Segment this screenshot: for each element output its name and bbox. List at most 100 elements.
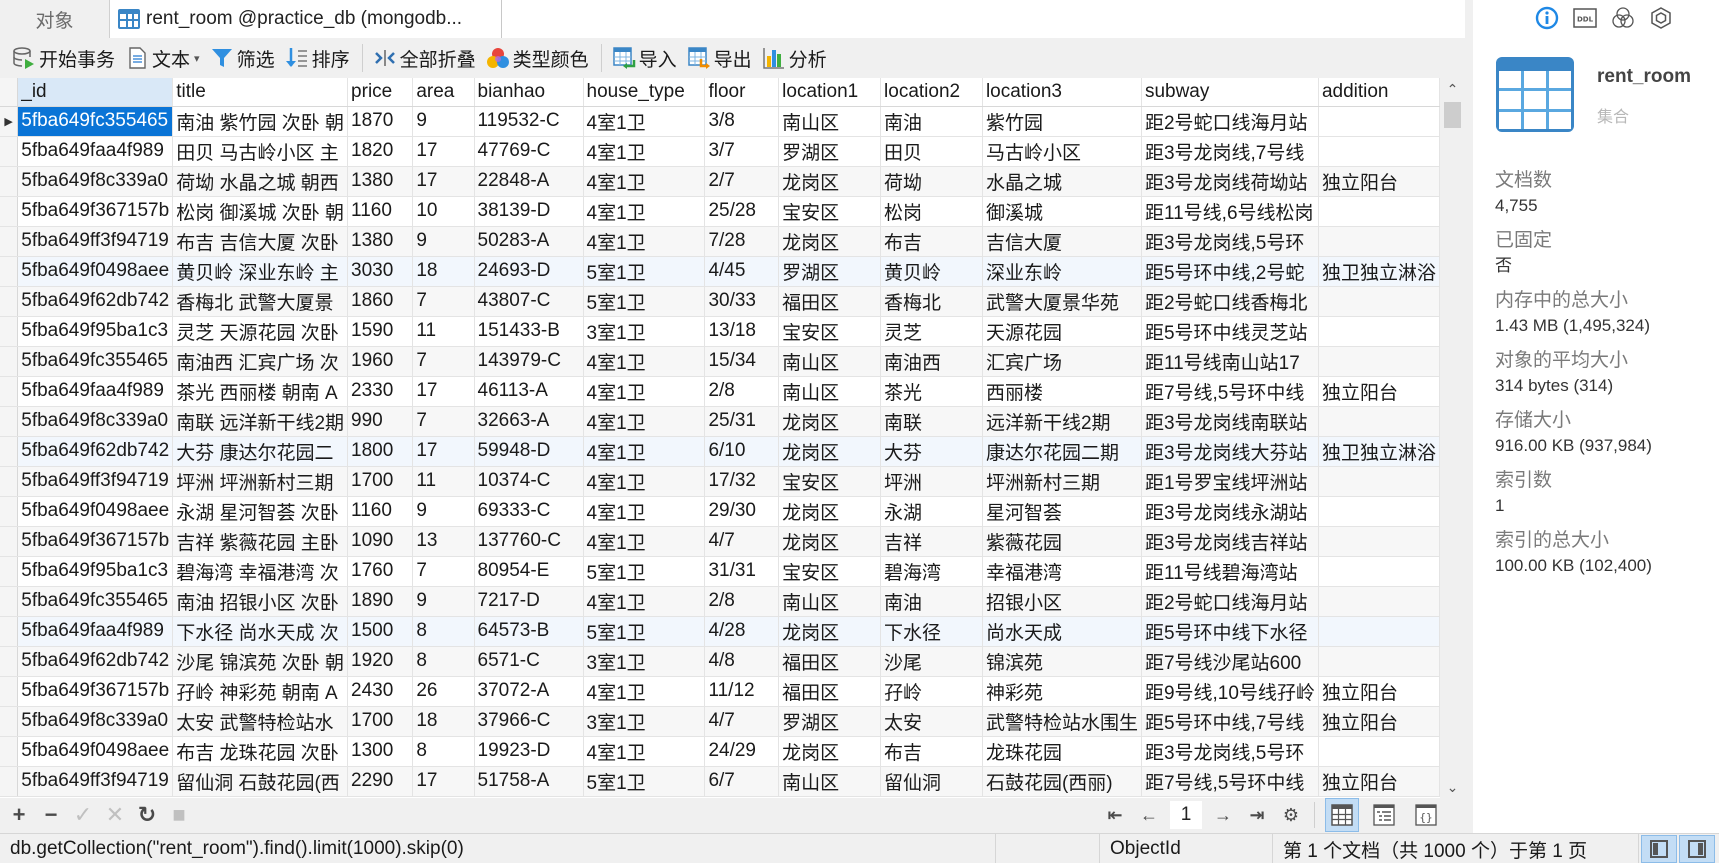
cell-title[interactable]: 香梅北 武警大厦景 <box>172 286 349 317</box>
row-header[interactable] <box>0 556 19 587</box>
table-row[interactable]: 5fba649f95ba1c3 碧海湾 幸福港湾 次 1760 7 80954-E 5室1… <box>0 556 1440 587</box>
cell-location1[interactable]: 福田区 <box>778 646 882 677</box>
cell-title[interactable]: 荷坳 水晶之城 朝西 <box>172 166 349 197</box>
filter-button[interactable]: 筛选 <box>206 41 281 75</box>
cell-location1[interactable]: 龙岗区 <box>778 436 882 467</box>
cell--id[interactable]: 5fba649ff3f94719 <box>17 226 174 257</box>
cell-area[interactable]: 8 <box>412 736 475 767</box>
cell-location3[interactable]: 水晶之城 <box>982 166 1142 197</box>
row-header[interactable] <box>0 646 19 677</box>
cell-location1[interactable]: 龙岗区 <box>778 616 882 647</box>
analyze-button[interactable]: 分析 <box>758 41 833 75</box>
column-header--id[interactable]: _id <box>17 78 174 107</box>
cell-price[interactable]: 1380 <box>347 166 414 197</box>
cell-location3[interactable]: 星河智荟 <box>982 496 1142 527</box>
page-number-input[interactable] <box>1170 801 1202 829</box>
table-row[interactable]: 5fba649f95ba1c3 灵芝 天源花园 次卧 1590 11 151433-B 3… <box>0 316 1440 347</box>
cell-location3[interactable]: 深业东岭 <box>982 256 1142 287</box>
table-row[interactable]: ▶ 5fba649fc355465 南油 紫竹园 次卧 朝 1870 9 119532-C… <box>0 106 1440 137</box>
cell-subway[interactable]: 距5号环中线,2号蛇 <box>1141 256 1319 287</box>
cell-location2[interactable]: 南联 <box>880 406 983 437</box>
table-row[interactable]: 5fba649fc355465 南油西 汇宾广场 次 1960 7 143979-C 4室… <box>0 346 1440 377</box>
text-view-button[interactable]: 文本 ▾ <box>121 41 206 75</box>
cell-floor[interactable]: 2/8 <box>704 586 780 617</box>
add-record-icon[interactable]: + <box>8 802 30 827</box>
cell-subway[interactable]: 距3号龙岗线,7号线 <box>1141 136 1319 167</box>
cell-location1[interactable]: 南山区 <box>778 106 882 137</box>
table-row[interactable]: 5fba649f367157b 吉祥 紫薇花园 主卧 1090 13 137760-C 4… <box>0 526 1440 557</box>
table-row[interactable]: 5fba649faa4f989 茶光 西丽楼 朝南 A 2330 17 46113-A 4… <box>0 376 1440 407</box>
cell-area[interactable]: 17 <box>412 136 475 167</box>
cell-price[interactable]: 1800 <box>347 436 414 467</box>
grid-view-button[interactable] <box>1325 798 1359 832</box>
cell-price[interactable]: 1500 <box>347 616 414 647</box>
cell-title[interactable]: 碧海湾 幸福港湾 次 <box>172 556 349 587</box>
table-row[interactable]: 5fba649f62db742 大芬 康达尔花园二 1800 17 59948-D 4室1… <box>0 436 1440 467</box>
column-header-location1[interactable]: location1 <box>778 78 882 107</box>
cell-bianhao[interactable]: 37966-C <box>474 706 584 737</box>
cell-location3[interactable]: 锦滨苑 <box>982 646 1142 677</box>
table-row[interactable]: 5fba649f0498aee 永湖 星河智荟 次卧 1160 9 69333-C 4室1… <box>0 496 1440 527</box>
column-header-location3[interactable]: location3 <box>982 78 1142 107</box>
cell-bianhao[interactable]: 64573-B <box>474 616 584 647</box>
cell-location3[interactable]: 武警大厦景华苑 <box>982 286 1142 317</box>
cell-price[interactable]: 1760 <box>347 556 414 587</box>
row-header[interactable] <box>0 256 19 287</box>
delete-record-icon[interactable]: − <box>40 802 62 827</box>
cell-title[interactable]: 田贝 马古岭小区 主 <box>172 136 349 167</box>
cell-subway[interactable]: 距7号线,5号环中线 <box>1141 376 1319 407</box>
cell-house-type[interactable]: 4室1卫 <box>583 166 706 197</box>
cell-floor[interactable]: 15/34 <box>704 346 780 377</box>
cell-area[interactable]: 9 <box>412 496 475 527</box>
column-header-location2[interactable]: location2 <box>880 78 983 107</box>
cell-price[interactable]: 3030 <box>347 256 414 287</box>
table-row[interactable]: 5fba649f8c339a0 太安 武警特检站水 1700 18 37966-C 3室1… <box>0 706 1440 737</box>
cell-subway[interactable]: 距5号环中线下水径 <box>1141 616 1319 647</box>
row-header[interactable] <box>0 766 19 797</box>
cell-location2[interactable]: 永湖 <box>880 496 983 527</box>
cell--id[interactable]: 5fba649f8c339a0 <box>17 166 174 197</box>
cell-title[interactable]: 坪洲 坪洲新村三期 <box>172 466 349 497</box>
hexagon-icon[interactable] <box>1649 6 1673 30</box>
cell-addition[interactable] <box>1318 496 1440 527</box>
cell-subway[interactable]: 距3号龙岗线南联站 <box>1141 406 1319 437</box>
cell-addition[interactable] <box>1318 616 1440 647</box>
cell-addition[interactable]: 独立阳台 <box>1318 676 1440 707</box>
cell-house-type[interactable]: 4室1卫 <box>583 406 706 437</box>
cell-location2[interactable]: 香梅北 <box>880 286 983 317</box>
cell-location3[interactable]: 坪洲新村三期 <box>982 466 1142 497</box>
cell-price[interactable]: 1700 <box>347 706 414 737</box>
row-header[interactable] <box>0 586 19 617</box>
cell-subway[interactable]: 距11号线,6号线松岗 <box>1141 196 1319 227</box>
table-row[interactable]: 5fba649ff3f94719 布吉 吉信大厦 次卧 1380 9 50283-A 4室… <box>0 226 1440 257</box>
cell-location1[interactable]: 罗湖区 <box>778 136 882 167</box>
cell-subway[interactable]: 距2号蛇口线香梅北 <box>1141 286 1319 317</box>
cell-price[interactable]: 1090 <box>347 526 414 557</box>
scroll-down-icon[interactable]: ⌄ <box>1440 776 1465 798</box>
cell-location3[interactable]: 汇宾广场 <box>982 346 1142 377</box>
cell-house-type[interactable]: 4室1卫 <box>583 106 706 137</box>
cell-house-type[interactable]: 5室1卫 <box>583 286 706 317</box>
cell-addition[interactable] <box>1318 196 1440 227</box>
cell-house-type[interactable]: 5室1卫 <box>583 556 706 587</box>
cell-floor[interactable]: 6/7 <box>704 766 780 797</box>
cell-house-type[interactable]: 4室1卫 <box>583 196 706 227</box>
column-header-subway[interactable]: subway <box>1141 78 1319 107</box>
cell-location1[interactable]: 罗湖区 <box>778 706 882 737</box>
cell-area[interactable]: 9 <box>412 586 475 617</box>
cell-location3[interactable]: 西丽楼 <box>982 376 1142 407</box>
cell-location1[interactable]: 宝安区 <box>778 466 882 497</box>
cell-location2[interactable]: 布吉 <box>880 226 983 257</box>
cell-area[interactable]: 26 <box>412 676 475 707</box>
cell-floor[interactable]: 30/33 <box>704 286 780 317</box>
cell-price[interactable]: 1920 <box>347 646 414 677</box>
cell--id[interactable]: 5fba649f367157b <box>17 526 174 557</box>
scroll-up-icon[interactable]: ⌃ <box>1440 78 1465 100</box>
row-header[interactable] <box>0 706 19 737</box>
cell-subway[interactable]: 距2号蛇口线海月站 <box>1141 106 1319 137</box>
cell-location2[interactable]: 荷坳 <box>880 166 983 197</box>
cell-area[interactable]: 8 <box>412 646 475 677</box>
cell-location1[interactable]: 龙岗区 <box>778 496 882 527</box>
cell-price[interactable]: 2330 <box>347 376 414 407</box>
cell--id[interactable]: 5fba649f0498aee <box>17 496 174 527</box>
